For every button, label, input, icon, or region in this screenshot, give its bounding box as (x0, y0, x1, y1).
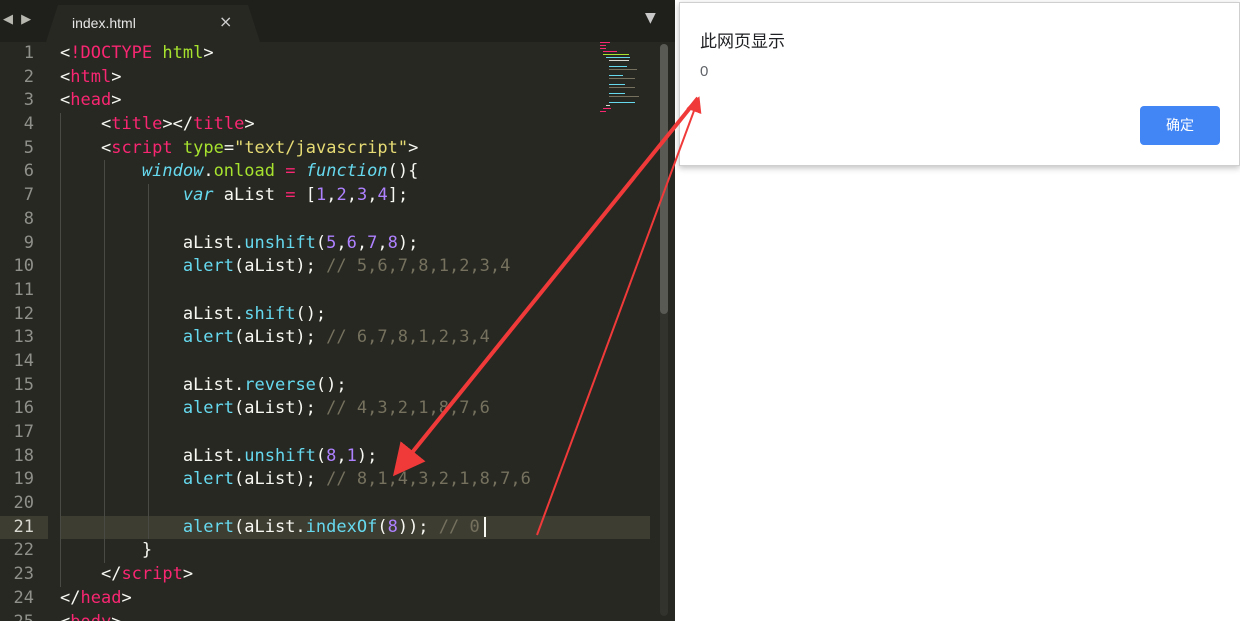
tab-nav-icon[interactable]: ◀ ▶ (3, 12, 33, 27)
line-number: 12 (13, 303, 34, 324)
chevron-down-icon[interactable]: ▼ (645, 10, 656, 26)
line-number: 20 (13, 493, 34, 514)
code-line-active: alert(aList.indexOf(8)); // 0 (60, 515, 650, 540)
line-number: 16 (13, 398, 34, 419)
code-line: alert(aList); // 4,3,2,1,8,7,6 (60, 397, 650, 421)
line-number: 15 (13, 374, 34, 395)
code-line: } (60, 539, 650, 564)
code-editor[interactable]: ◀ ▶ index.html × ▼ 1 2 3 4 5 6 7 8 9 10 11 12 13 14 15… (0, 0, 675, 621)
line-number: 9 (23, 232, 34, 253)
line-number: 5 (23, 137, 34, 158)
code-line: aList.unshift(5,6,7,8); (60, 231, 650, 256)
line-number: 17 (13, 422, 34, 442)
code-line: window.onload = function(){ (60, 160, 650, 185)
line-number: 23 (13, 564, 34, 585)
line-number: 14 (13, 350, 34, 371)
code-line: <html> (60, 66, 122, 87)
line-number: 22 (13, 540, 34, 561)
dialog-message: 0 (700, 63, 709, 80)
code-line: </script> (60, 563, 650, 587)
line-number: 10 (13, 256, 34, 277)
code-line (60, 421, 650, 445)
alert-dialog: 此网页显示 0 确定 (679, 2, 1240, 166)
line-number: 21 (0, 515, 48, 540)
line-number: 11 (13, 279, 34, 300)
dialog-title: 此网页显示 (700, 32, 785, 52)
ok-button[interactable]: 确定 (1140, 106, 1220, 145)
line-number: 25 (0, 611, 48, 621)
line-number: 8 (23, 208, 34, 229)
tab-index-html[interactable]: index.html × (46, 5, 260, 42)
code-line (60, 207, 650, 232)
code-area[interactable]: <!DOCTYPE html> <html> <head> <title></t… (60, 42, 650, 621)
code-line: alert(aList); // 8,1,4,3,2,1,8,7,6 (60, 468, 650, 493)
line-number-gutter: 1234567891011121314151617181920212223242… (0, 42, 48, 621)
code-line: <script type="text/javascript"> (60, 136, 650, 161)
text-caret (483, 516, 486, 537)
line-number: 3 (23, 90, 34, 111)
code-line: aList.unshift(8,1); (60, 444, 650, 469)
line-number: 19 (13, 469, 34, 490)
line-number: 2 (23, 66, 34, 87)
line-number: 4 (23, 114, 34, 135)
tab-title: index.html (72, 15, 136, 31)
code-line (60, 492, 650, 516)
code-line: </head> (60, 587, 132, 608)
line-number: 1 (23, 43, 34, 63)
code-line: alert(aList); // 5,6,7,8,1,2,3,4 (60, 255, 650, 279)
line-number: 24 (13, 587, 34, 608)
code-line: <body> (60, 611, 650, 621)
code-line (60, 278, 650, 303)
line-number: 13 (13, 327, 34, 348)
close-icon[interactable]: × (219, 13, 232, 31)
code-line: <head> (60, 90, 122, 111)
line-number: 18 (13, 445, 34, 466)
code-line: <title></title> (60, 113, 650, 137)
code-line (60, 349, 650, 374)
line-number: 7 (23, 185, 34, 206)
minimap[interactable] (598, 40, 654, 120)
scrollbar-thumb[interactable] (660, 44, 668, 314)
code-line: aList.reverse(); (60, 373, 650, 398)
tab-bar: ◀ ▶ index.html × ▼ (0, 0, 675, 42)
line-number: 6 (23, 161, 34, 182)
code-line: <!DOCTYPE html> (60, 43, 214, 63)
code-line: var aList = [1,2,3,4]; (60, 184, 650, 208)
code-line: aList.shift(); (60, 302, 650, 327)
code-line: alert(aList); // 6,7,8,1,2,3,4 (60, 326, 650, 350)
